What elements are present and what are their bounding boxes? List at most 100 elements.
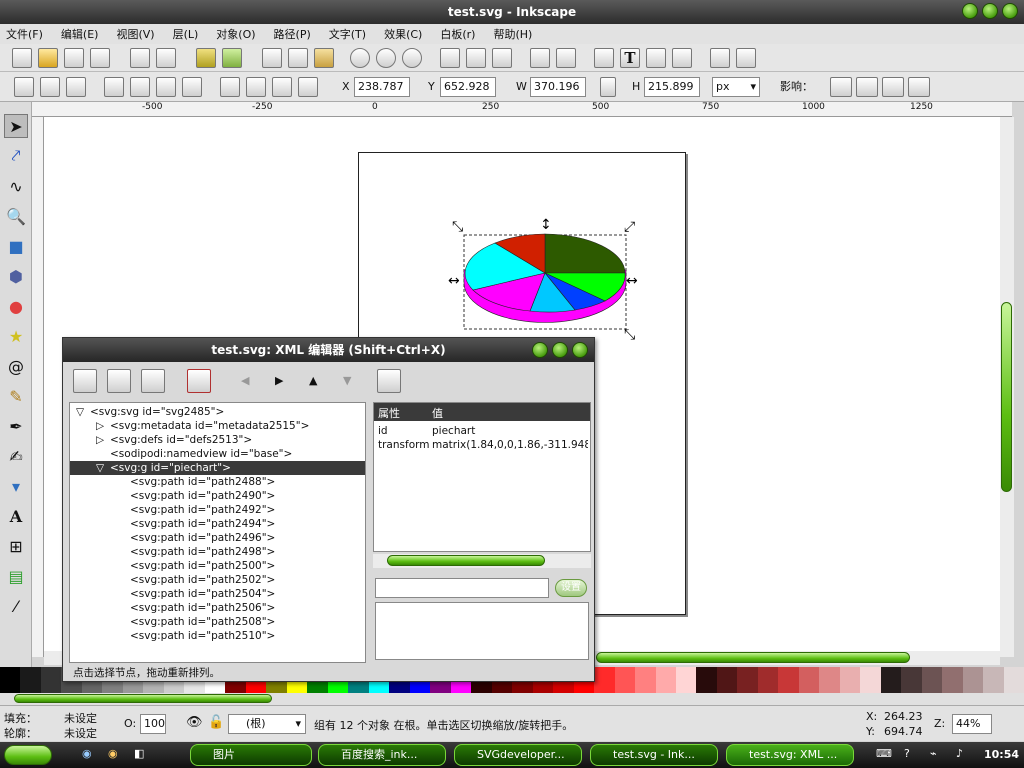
scale-handle-icon[interactable]: ⤢ bbox=[624, 219, 635, 235]
ie-icon[interactable]: ◉ bbox=[82, 747, 92, 760]
lower-bottom-icon[interactable] bbox=[220, 77, 240, 97]
move-gradients-icon[interactable] bbox=[882, 77, 904, 97]
xml-node-tree[interactable]: ▽ <svg:svg id="svg2485"> ▷ <svg:metadata id… bbox=[69, 402, 366, 663]
visibility-icon[interactable]: 👁 bbox=[186, 715, 203, 730]
color-swatch[interactable] bbox=[757, 667, 779, 693]
preferences-icon[interactable] bbox=[710, 48, 730, 68]
menu-layer[interactable]: 层(L) bbox=[173, 26, 199, 42]
color-swatch[interactable] bbox=[675, 667, 697, 693]
save-icon[interactable] bbox=[64, 48, 84, 68]
network-icon[interactable]: ⌁ bbox=[930, 747, 937, 760]
rectangle-tool-icon[interactable]: ■ bbox=[4, 234, 28, 258]
color-swatch[interactable] bbox=[0, 667, 21, 693]
lower-node-icon[interactable]: ▼ bbox=[343, 374, 351, 387]
tree-node[interactable]: <svg:path id="path2508"> bbox=[70, 615, 365, 629]
expander-closed-icon[interactable]: ▷ bbox=[96, 419, 104, 433]
unindent-icon[interactable]: ◀ bbox=[241, 374, 249, 387]
tree-node[interactable]: <svg:path id="path2498"> bbox=[70, 545, 365, 559]
stroke-value[interactable]: 未设定 bbox=[64, 725, 97, 741]
color-swatch[interactable] bbox=[798, 667, 820, 693]
scale-handle-icon[interactable]: ⤡ bbox=[624, 327, 635, 343]
attr-scroll-thumb[interactable] bbox=[387, 555, 545, 566]
firefox-icon[interactable]: ◉ bbox=[108, 747, 118, 760]
rotate-cw-icon[interactable] bbox=[130, 77, 150, 97]
print-icon[interactable] bbox=[90, 48, 110, 68]
color-swatch[interactable] bbox=[901, 667, 922, 693]
open-file-icon[interactable] bbox=[38, 48, 58, 68]
flip-vertical-icon[interactable] bbox=[182, 77, 202, 97]
flip-horizontal-icon[interactable] bbox=[156, 77, 176, 97]
task-item-active[interactable]: test.svg: XML ... bbox=[726, 744, 854, 766]
expander-open-icon[interactable]: ▽ bbox=[96, 461, 104, 475]
raise-icon[interactable] bbox=[272, 77, 292, 97]
attribute-row[interactable]: id piechart bbox=[378, 425, 588, 437]
star-tool-icon[interactable]: ★ bbox=[4, 324, 28, 348]
export-icon[interactable] bbox=[156, 48, 176, 68]
tree-node[interactable]: <svg:path id="path2510"> bbox=[70, 629, 365, 643]
color-swatch[interactable] bbox=[778, 667, 799, 693]
color-swatch[interactable] bbox=[839, 667, 861, 693]
new-text-node-icon[interactable] bbox=[107, 369, 131, 393]
tree-node[interactable]: <svg:path id="path2502"> bbox=[70, 573, 365, 587]
xml-editor-icon[interactable] bbox=[646, 48, 666, 68]
node-tool-icon[interactable]: ⤤ bbox=[4, 144, 28, 168]
text-tool-icon[interactable]: A bbox=[4, 504, 28, 528]
y-field[interactable]: 652.928 bbox=[440, 77, 496, 97]
opacity-field[interactable]: 100 bbox=[140, 714, 166, 734]
scale-handle-icon[interactable]: ⤡ bbox=[452, 219, 463, 235]
vertical-scroll-thumb[interactable] bbox=[1001, 302, 1012, 492]
start-button[interactable] bbox=[4, 745, 52, 765]
pie-chart-drawing[interactable]: ⤡ ↕ ⤢ ↔ ↔ ⤡ bbox=[440, 215, 650, 345]
tree-node[interactable]: ▷ <svg:defs id="defs2513"> bbox=[70, 433, 365, 447]
group-icon[interactable] bbox=[530, 48, 550, 68]
minimize-button[interactable] bbox=[962, 3, 978, 19]
3d-box-tool-icon[interactable]: ⬢ bbox=[4, 264, 28, 288]
set-attribute-button[interactable]: 设置 bbox=[555, 579, 587, 597]
menu-edit[interactable]: 编辑(E) bbox=[61, 26, 99, 42]
spiral-tool-icon[interactable]: @ bbox=[4, 354, 28, 378]
vertical-scrollbar[interactable] bbox=[1000, 117, 1014, 657]
layer-select[interactable]: (根) ▾ bbox=[228, 714, 306, 734]
set-attribute-icon[interactable] bbox=[377, 369, 401, 393]
menu-object[interactable]: 对象(O) bbox=[216, 26, 255, 42]
expander-closed-icon[interactable]: ▷ bbox=[96, 433, 104, 447]
tree-node[interactable]: <svg:path id="path2494"> bbox=[70, 517, 365, 531]
tweak-tool-icon[interactable]: ∿ bbox=[4, 174, 28, 198]
horizontal-scroll-thumb[interactable] bbox=[596, 652, 910, 663]
close-button[interactable] bbox=[1002, 3, 1018, 19]
w-field[interactable]: 370.196 bbox=[530, 77, 586, 97]
delete-node-icon[interactable] bbox=[187, 369, 211, 393]
desktop-icon[interactable]: ◧ bbox=[134, 747, 144, 760]
indent-icon[interactable]: ▶ bbox=[275, 374, 283, 387]
text-font-icon[interactable]: T bbox=[620, 48, 640, 68]
h-field[interactable]: 215.899 bbox=[644, 77, 700, 97]
scale-handle-icon[interactable]: ↕ bbox=[540, 217, 552, 233]
volume-icon[interactable]: ♪ bbox=[956, 747, 963, 760]
new-document-icon[interactable] bbox=[12, 48, 32, 68]
new-element-node-icon[interactable] bbox=[73, 369, 97, 393]
color-swatch[interactable] bbox=[983, 667, 1004, 693]
tree-node[interactable]: <svg:path id="path2490"> bbox=[70, 489, 365, 503]
color-swatch[interactable] bbox=[921, 667, 943, 693]
duplicate-icon[interactable] bbox=[440, 48, 460, 68]
document-properties-icon[interactable] bbox=[736, 48, 756, 68]
tree-node[interactable]: <svg:path id="path2492"> bbox=[70, 503, 365, 517]
color-swatch[interactable] bbox=[880, 667, 902, 693]
zoom-field[interactable]: 44% bbox=[952, 714, 992, 734]
ellipse-tool-icon[interactable]: ● bbox=[4, 294, 28, 318]
attr-value-header[interactable]: 值 bbox=[432, 405, 443, 421]
selector-tool-icon[interactable]: ➤ bbox=[4, 114, 28, 138]
dialog-close-button[interactable] bbox=[572, 342, 588, 358]
copy-icon[interactable] bbox=[262, 48, 282, 68]
menu-whiteboard[interactable]: 白板(r) bbox=[440, 26, 475, 42]
color-swatch[interactable] bbox=[614, 667, 636, 693]
tree-node[interactable]: <svg:path id="path2488"> bbox=[70, 475, 365, 489]
calligraphy-tool-icon[interactable]: ✍ bbox=[4, 444, 28, 468]
select-all-icon[interactable] bbox=[14, 77, 34, 97]
rotate-ccw-icon[interactable] bbox=[104, 77, 124, 97]
help-icon[interactable]: ? bbox=[904, 747, 910, 760]
color-swatch[interactable] bbox=[655, 667, 676, 693]
task-item[interactable]: 百度搜索_ink... bbox=[318, 744, 446, 766]
import-icon[interactable] bbox=[130, 48, 150, 68]
task-item[interactable]: SVGdeveloper... bbox=[454, 744, 582, 766]
